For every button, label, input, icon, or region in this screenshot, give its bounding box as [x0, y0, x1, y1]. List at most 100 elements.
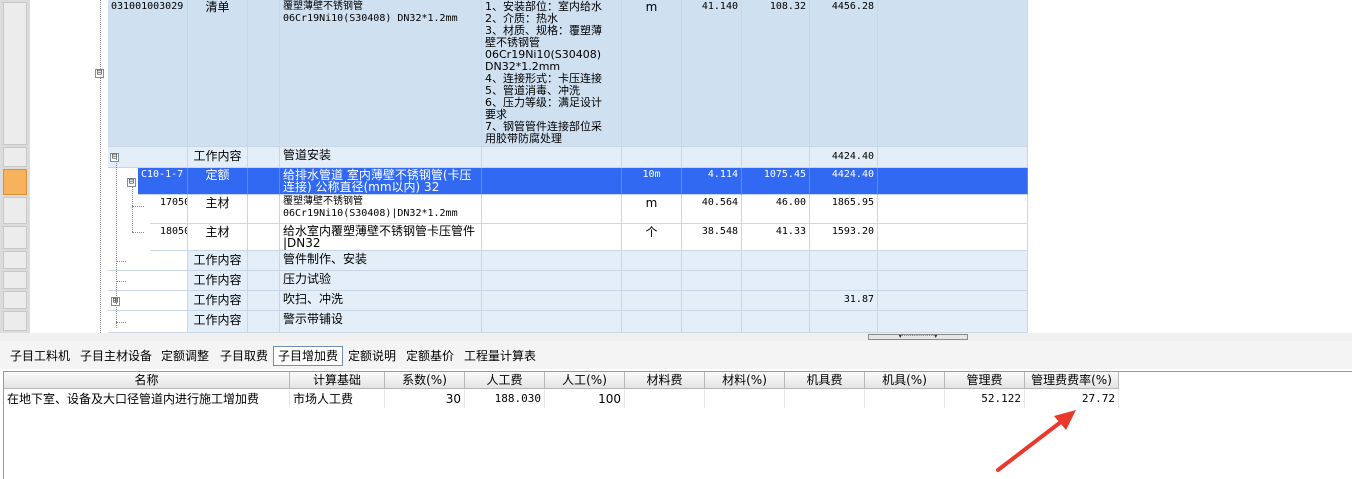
gutter-cell[interactable] [3, 251, 27, 269]
tab-quota-adjustment[interactable]: 定额调整 [157, 346, 213, 366]
blank-cell [878, 251, 1028, 271]
collapse-icon[interactable]: ⊟ [127, 178, 136, 187]
item-unit-price [742, 271, 810, 291]
gutter-cell[interactable] [3, 197, 27, 224]
blank-cell [248, 311, 280, 333]
tab-quota-description[interactable]: 定额说明 [344, 346, 400, 366]
col-header-labor-cost[interactable]: 人工费 [465, 372, 545, 389]
item-total: 4424.40 [810, 168, 878, 195]
item-features [482, 168, 622, 195]
clause-row[interactable]: 031001003029 清单 覆塑薄壁不锈钢管 06Cr19Ni10(S304… [108, 0, 1028, 147]
gutter-cell[interactable] [3, 291, 27, 309]
fee-name[interactable]: 在地下室、设备及大口径管道内进行施工增加费 [4, 390, 290, 408]
fee-coefficient[interactable]: 30 [385, 390, 465, 408]
item-unit-price [742, 311, 810, 333]
gutter-cell-selected[interactable] [3, 169, 27, 195]
item-quantity: 38.548 [682, 224, 742, 251]
blank-cell [878, 0, 1028, 147]
item-name: 压力试验 [280, 271, 482, 291]
fee-material-pct[interactable] [705, 390, 785, 408]
tab-fee-taking[interactable]: 子目取费 [216, 346, 272, 366]
col-header-management-rate[interactable]: 管理费费率(%) [1025, 372, 1119, 389]
tab-additional-fees[interactable]: 子目增加费 [273, 346, 344, 366]
item-category: 主材 [188, 195, 248, 224]
fee-labor-pct[interactable]: 100 [545, 390, 625, 408]
gutter-cell[interactable] [3, 147, 27, 167]
col-header-machine-cost[interactable]: 机具费 [785, 372, 865, 389]
item-unit-price [742, 251, 810, 271]
col-header-labor-pct[interactable]: 人工(%) [545, 372, 625, 389]
fee-material-cost[interactable] [625, 390, 705, 408]
blank-cell [878, 291, 1028, 311]
item-category: 工作内容 [188, 147, 248, 168]
col-header-calc-base[interactable]: 计算基础 [290, 372, 385, 389]
fee-machine-cost[interactable] [785, 390, 865, 408]
collapse-icon[interactable]: ⊟ [95, 69, 104, 78]
row-selector-gutter [0, 0, 31, 333]
col-header-machine-pct[interactable]: 机具(%) [865, 372, 945, 389]
work-content-row[interactable]: 工作内容 压力试验 [108, 271, 1028, 291]
tree-column: ⊟ [30, 0, 108, 333]
item-total: 31.87 [810, 291, 878, 311]
item-features [482, 311, 622, 333]
item-quantity [682, 147, 742, 168]
panel-splitter[interactable] [0, 333, 1352, 341]
gutter-cell[interactable] [3, 311, 27, 331]
fee-calc-base[interactable]: 市场人工费 [290, 390, 385, 408]
item-name: 管道安装 [280, 147, 482, 168]
work-content-row[interactable]: 工作内容 吹扫、冲洗 31.87 [108, 291, 1028, 311]
tab-quantity-calculation[interactable]: 工程量计算表 [460, 346, 540, 366]
main-material-row[interactable]: 17050 主材 覆塑薄壁不锈钢管 06Cr19Ni10(S30408)|DN3… [108, 195, 1028, 224]
item-quantity: 4.114 [682, 168, 742, 195]
blank-cell [878, 311, 1028, 333]
fee-machine-pct[interactable] [865, 390, 945, 408]
item-quantity [682, 311, 742, 333]
item-unit [622, 311, 682, 333]
item-unit: m [622, 0, 682, 147]
gutter-cell[interactable] [3, 271, 27, 289]
item-quantity [682, 271, 742, 291]
blank-cell [248, 147, 280, 168]
tab-main-material-equipment[interactable]: 子目主材设备 [76, 346, 156, 366]
gutter-cell[interactable] [3, 226, 27, 249]
item-name: 覆塑薄壁不锈钢管 06Cr19Ni10(S30408) DN32*1.2mm [280, 0, 482, 147]
blank-cell [248, 0, 280, 147]
item-unit-price [742, 147, 810, 168]
detail-tab-bar: 子目工料机 子目主材设备 定额调整 子目取费 子目增加费 定额说明 定额基价 工… [0, 341, 1352, 369]
work-content-row[interactable]: 工作内容 管件制作、安装 [108, 251, 1028, 271]
blank-cell [248, 251, 280, 271]
col-header-material-pct[interactable]: 材料(%) [705, 372, 785, 389]
quota-row-selected[interactable]: C10-1-7 定额 给排水管道 室内薄壁不锈钢管(卡压 连接) 公称直径(mm… [108, 168, 1028, 195]
col-header-coefficient[interactable]: 系数(%) [385, 372, 465, 389]
item-total [810, 311, 878, 333]
item-code: 18050 [150, 224, 188, 251]
additional-fee-grid: 名称 计算基础 系数(%) 人工费 人工(%) 材料费 材料(%) 机具费 机具… [3, 371, 1352, 479]
item-category: 工作内容 [188, 251, 248, 271]
blank-cell [248, 195, 280, 224]
blank-cell [878, 168, 1028, 195]
gutter-cell[interactable] [3, 2, 27, 145]
item-quantity [682, 251, 742, 271]
main-material-row[interactable]: 18050 主材 给水室内覆塑薄壁不锈钢管卡压管件 |DN32 个 38.548… [108, 224, 1028, 251]
splitter-grip[interactable]: ▾·················▾ [868, 334, 968, 340]
work-content-row[interactable]: 工作内容 警示带铺设 [108, 311, 1028, 333]
item-unit: 10m [622, 168, 682, 195]
tab-labor-material-machine[interactable]: 子目工料机 [6, 346, 74, 366]
collapse-icon[interactable]: ⊟ [110, 153, 119, 162]
item-category: 主材 [188, 224, 248, 251]
item-quantity: 40.564 [682, 195, 742, 224]
item-category: 工作内容 [188, 291, 248, 311]
item-features [482, 147, 622, 168]
item-unit-price: 108.32 [742, 0, 810, 147]
fee-labor-cost[interactable]: 188.030 [465, 390, 545, 408]
item-unit-price: 41.33 [742, 224, 810, 251]
tab-quota-base-price[interactable]: 定额基价 [402, 346, 458, 366]
item-unit [622, 147, 682, 168]
work-content-row[interactable]: 工作内容 管道安装 4424.40 [108, 147, 1028, 168]
item-features [482, 224, 622, 251]
item-code: 031001003029 [108, 0, 188, 147]
item-unit: m [622, 195, 682, 224]
col-header-name[interactable]: 名称 [4, 372, 290, 389]
col-header-management-fee[interactable]: 管理费 [945, 372, 1025, 389]
col-header-material-cost[interactable]: 材料费 [625, 372, 705, 389]
